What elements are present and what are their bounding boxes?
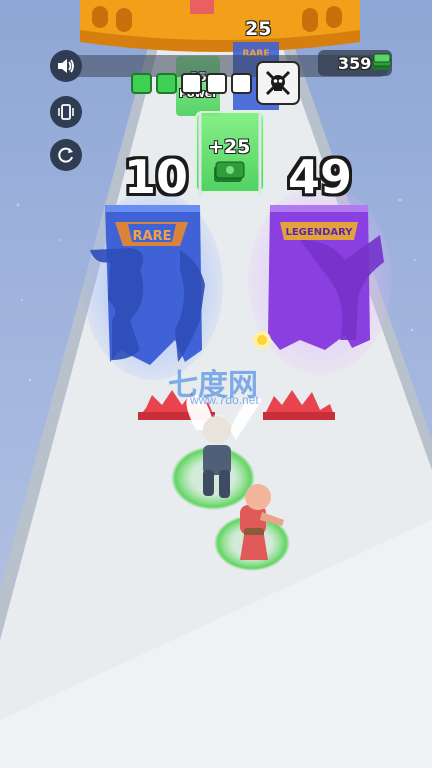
- watermark-url: www.7do.net: [190, 393, 259, 407]
- speaker-icon: [58, 59, 74, 73]
- cash-stack-icon: [372, 53, 392, 70]
- top-counter: 25: [245, 18, 272, 40]
- legendary-gate-count: 49: [288, 150, 353, 204]
- rare-gate-count: 10: [124, 150, 189, 204]
- restart-icon: [58, 147, 73, 163]
- progress-cell: [206, 73, 227, 94]
- progress-cell: [156, 73, 177, 94]
- gate-cash-icon: [214, 161, 245, 182]
- progress-cell: [181, 73, 202, 94]
- progress-cell: [131, 73, 152, 94]
- restart-button[interactable]: [50, 139, 82, 171]
- boss-level-badge: [256, 61, 300, 105]
- progress-cell: [231, 73, 252, 94]
- rare-gate-label: RARE: [133, 229, 172, 244]
- legendary-gate: LEGENDARY: [248, 185, 392, 375]
- arena-colosseum: [80, 0, 360, 52]
- legendary-gate-label: LEGENDARY: [285, 227, 353, 238]
- spark-effect: [253, 331, 271, 349]
- vibration-icon: [58, 104, 74, 120]
- cash-amount: 359: [338, 54, 372, 73]
- sound-toggle-button[interactable]: [50, 50, 82, 82]
- bonus-gate-label: +25: [208, 136, 251, 158]
- vibration-toggle-button[interactable]: [50, 96, 82, 128]
- rare-gate: RARE: [83, 190, 223, 380]
- crossed-swords-skull-icon: [265, 70, 291, 96]
- cash-counter: 359: [318, 50, 392, 76]
